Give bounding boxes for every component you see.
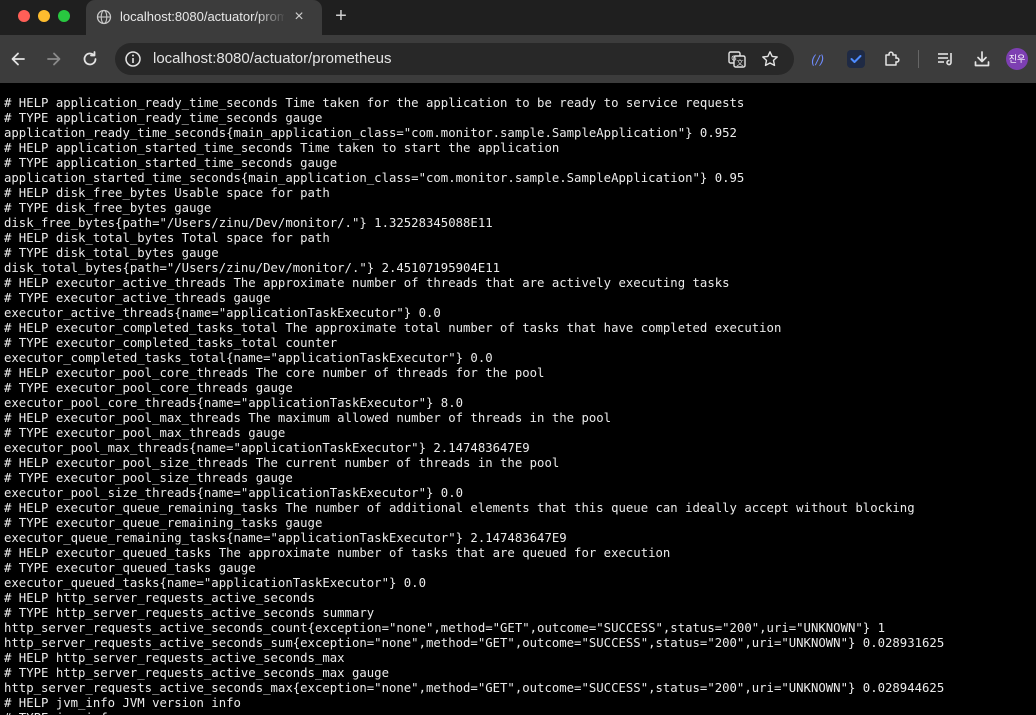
metrics-line: # TYPE disk_free_bytes gauge <box>4 201 212 215</box>
metrics-line: # HELP http_server_requests_active_secon… <box>4 591 315 605</box>
metrics-line: # HELP executor_active_threads The appro… <box>4 276 730 290</box>
metrics-line: # HELP executor_pool_size_threads The cu… <box>4 456 560 470</box>
close-tab-icon[interactable]: × <box>292 9 306 25</box>
metrics-line: # HELP http_server_requests_active_secon… <box>4 651 345 665</box>
tab-strip: localhost:8080/actuator/prometheus × + <box>0 0 1036 35</box>
metrics-line: executor_queued_tasks{name="applicationT… <box>4 576 426 590</box>
checkmark-shield-icon[interactable] <box>846 49 866 69</box>
metrics-line: # TYPE executor_pool_size_threads gauge <box>4 471 293 485</box>
metrics-line: executor_pool_max_threads{name="applicat… <box>4 441 530 455</box>
metrics-line: # TYPE executor_queued_tasks gauge <box>4 561 256 575</box>
minimize-window-button[interactable] <box>38 10 50 22</box>
new-tab-icon[interactable]: + <box>332 6 350 26</box>
metrics-line: # HELP application_ready_time_seconds Ti… <box>4 96 745 110</box>
metrics-line: http_server_requests_active_seconds_max{… <box>4 681 945 695</box>
metrics-line: # TYPE application_started_time_seconds … <box>4 156 338 170</box>
metrics-line: # TYPE executor_queue_remaining_tasks ga… <box>4 516 323 530</box>
profile-avatar[interactable]: 진우 <box>1006 48 1028 70</box>
metrics-line: application_ready_time_seconds{main_appl… <box>4 126 737 140</box>
fullscreen-window-button[interactable] <box>58 10 70 22</box>
svg-text:(/): (/) <box>811 53 824 67</box>
metrics-line: # TYPE jvm_info gauge <box>4 711 944 715</box>
close-window-button[interactable] <box>18 10 30 22</box>
metrics-line: # TYPE executor_pool_max_threads gauge <box>4 426 286 440</box>
site-info-icon[interactable] <box>123 49 143 69</box>
browser-tab[interactable]: localhost:8080/actuator/prometheus × <box>86 0 322 35</box>
metrics-line: http_server_requests_active_seconds_coun… <box>4 621 885 635</box>
metrics-line: # TYPE executor_completed_tasks_total co… <box>4 336 338 350</box>
metrics-text: # HELP application_ready_time_seconds Ti… <box>4 96 944 715</box>
translate-icon[interactable]: G 文 <box>727 49 747 69</box>
metrics-line: # HELP disk_total_bytes Total space for … <box>4 231 330 245</box>
metrics-line: # HELP application_started_time_seconds … <box>4 141 560 155</box>
metrics-line: # HELP disk_free_bytes Usable space for … <box>4 186 330 200</box>
metrics-line: # HELP executor_queue_remaining_tasks Th… <box>4 501 915 515</box>
bookmark-star-icon[interactable] <box>760 49 780 69</box>
extension-code-icon[interactable]: (/) <box>810 49 830 69</box>
extensions-puzzle-icon[interactable] <box>882 49 902 69</box>
metrics-line: # TYPE http_server_requests_active_secon… <box>4 606 375 620</box>
reload-icon[interactable] <box>80 49 100 69</box>
metrics-line: # HELP executor_queued_tasks The approxi… <box>4 546 671 560</box>
metrics-line: executor_completed_tasks_total{name="app… <box>4 351 493 365</box>
svg-text:文: 文 <box>737 58 744 67</box>
page-content: # HELP application_ready_time_seconds Ti… <box>0 83 1036 715</box>
forward-arrow-icon[interactable] <box>44 49 64 69</box>
globe-icon <box>96 9 112 25</box>
metrics-line: # TYPE application_ready_time_seconds ga… <box>4 111 323 125</box>
url-text[interactable]: localhost:8080/actuator/prometheus <box>153 50 391 68</box>
metrics-line: # TYPE executor_active_threads gauge <box>4 291 271 305</box>
metrics-line: executor_queue_remaining_tasks{name="app… <box>4 531 567 545</box>
metrics-line: # TYPE disk_total_bytes gauge <box>4 246 219 260</box>
metrics-line: http_server_requests_active_seconds_sum{… <box>4 636 945 650</box>
metrics-line: # TYPE http_server_requests_active_secon… <box>4 666 389 680</box>
metrics-line: executor_pool_size_threads{name="applica… <box>4 486 464 500</box>
metrics-line: # HELP executor_completed_tasks_total Th… <box>4 321 782 335</box>
metrics-line: # HELP executor_pool_max_threads The max… <box>4 411 612 425</box>
metrics-line: disk_free_bytes{path="/Users/zinu/Dev/mo… <box>4 216 493 230</box>
back-arrow-icon[interactable] <box>8 49 28 69</box>
metrics-line: # TYPE executor_pool_core_threads gauge <box>4 381 293 395</box>
metrics-line: # HELP executor_pool_core_threads The co… <box>4 366 545 380</box>
metrics-line: # HELP jvm_info JVM version info <box>4 696 241 710</box>
reading-list-icon[interactable] <box>936 49 956 69</box>
address-bar[interactable]: localhost:8080/actuator/prometheus G 文 <box>115 43 794 75</box>
download-icon[interactable] <box>972 49 992 69</box>
metrics-line: disk_total_bytes{path="/Users/zinu/Dev/m… <box>4 261 501 275</box>
metrics-line: executor_pool_core_threads{name="applica… <box>4 396 464 410</box>
metrics-line: executor_active_threads{name="applicatio… <box>4 306 441 320</box>
metrics-line: application_started_time_seconds{main_ap… <box>4 171 745 185</box>
